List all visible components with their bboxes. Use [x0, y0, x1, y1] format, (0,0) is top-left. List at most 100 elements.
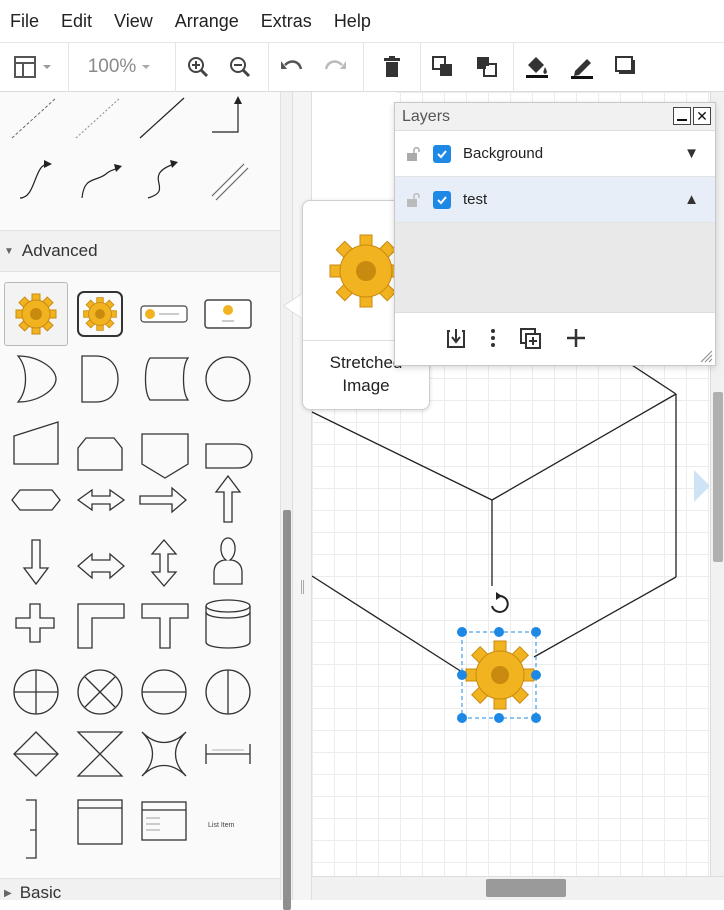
visibility-checkbox[interactable]	[433, 144, 451, 163]
layers-title: Layers	[402, 107, 451, 125]
unlock-icon[interactable]	[405, 192, 421, 208]
pencil-icon	[571, 59, 593, 79]
canvas-vertical-scrollbar-thumb[interactable]	[713, 392, 723, 562]
zoom-out-button[interactable]	[220, 42, 260, 92]
circle-shape	[205, 356, 251, 402]
manual-input-shape	[13, 421, 59, 465]
dashed-line-shape	[11, 97, 57, 139]
basic-section-header[interactable]: ▶ Basic	[0, 878, 280, 900]
canvas-horizontal-scrollbar-thumb[interactable]	[486, 879, 566, 897]
line-color-button[interactable]	[560, 42, 604, 92]
connect-arrow-hint[interactable]	[694, 470, 710, 502]
image-card-icon	[204, 299, 252, 329]
advanced-shape-grid	[11, 355, 253, 859]
zoom-in-button[interactable]	[176, 42, 220, 92]
tee-shape	[141, 603, 189, 649]
to-back-button[interactable]	[465, 42, 509, 92]
preparation-shape	[11, 489, 61, 511]
toolbar: 100%	[0, 42, 724, 92]
image-shape[interactable]	[4, 282, 68, 346]
shadow-button[interactable]	[604, 42, 648, 92]
to-front-button[interactable]	[421, 42, 465, 92]
basic-section-label: Basic	[19, 883, 62, 900]
unlock-icon[interactable]	[405, 146, 421, 162]
collate-shape	[76, 731, 124, 777]
list-item-shape[interactable]: List Item	[208, 822, 234, 829]
layers-window: Layers ✕ Background ▼ test ▲	[394, 102, 716, 366]
undo-icon	[281, 60, 303, 70]
menu-view[interactable]: View	[114, 11, 153, 32]
or-junction-shape	[77, 669, 123, 715]
tooltip-pointer	[284, 294, 302, 318]
resize-grip-icon[interactable]	[699, 349, 713, 363]
fill-color-button[interactable]	[514, 42, 560, 92]
cross-shape	[15, 603, 55, 643]
container-shape	[77, 799, 123, 845]
delay-shape	[81, 355, 119, 403]
s-curve-shape	[147, 160, 178, 199]
move-layer-down-button[interactable]: ▼	[684, 145, 699, 162]
menu-bar: File Edit View Arrange Extras Help	[0, 0, 724, 42]
corner-shape	[77, 603, 125, 649]
zoom-level: 100%	[87, 56, 137, 77]
to-back-icon	[477, 57, 497, 77]
delete-button[interactable]	[364, 42, 420, 92]
shadow-icon	[615, 56, 635, 74]
list-shape	[141, 801, 187, 841]
canvas-horizontal-scrollbar[interactable]	[312, 876, 724, 900]
zoom-dropdown[interactable]: 100%	[69, 42, 175, 92]
layer-name: Background	[463, 145, 544, 162]
chevron-right-icon: ▶	[4, 887, 12, 899]
minimize-icon	[677, 119, 687, 121]
image-card-shape[interactable]	[196, 282, 260, 346]
or-gate-shape	[16, 355, 57, 403]
vertical-double-arrow-shape	[150, 539, 178, 587]
dimension-shape	[205, 744, 251, 764]
selected-image-shape[interactable]	[454, 590, 546, 728]
layers-empty-area	[395, 223, 715, 313]
image-label-shape[interactable]	[132, 282, 196, 346]
sidebar-scrollbar-thumb[interactable]	[283, 510, 291, 910]
rotate-handle-icon	[491, 592, 509, 613]
label-image-shape[interactable]	[68, 282, 132, 346]
menu-edit[interactable]: Edit	[61, 11, 92, 32]
elbow-connector-shape	[212, 96, 242, 133]
move-layer-up-button[interactable]: ▲	[684, 191, 699, 208]
advanced-section-label: Advanced	[21, 241, 98, 260]
menu-extras[interactable]: Extras	[261, 11, 312, 32]
format-panel-button[interactable]	[0, 42, 68, 92]
menu-file[interactable]: File	[10, 11, 39, 32]
more-vertical-icon[interactable]	[489, 327, 497, 349]
menu-arrange[interactable]: Arrange	[175, 11, 239, 32]
minimize-button[interactable]	[673, 107, 691, 125]
layer-row-background[interactable]: Background ▼	[395, 131, 715, 177]
visibility-checkbox[interactable]	[433, 190, 451, 209]
redo-icon	[324, 60, 346, 70]
zoom-out-icon	[230, 57, 251, 78]
add-layer-icon[interactable]	[565, 327, 587, 349]
layer-row-test[interactable]: test ▲	[395, 177, 715, 223]
close-icon: ✕	[696, 108, 708, 124]
star-burst-shape	[141, 731, 187, 777]
close-button[interactable]: ✕	[693, 107, 711, 125]
advanced-section-header[interactable]: ▼ Advanced	[0, 230, 280, 272]
labelled-image-icon	[140, 305, 188, 323]
sort-shape	[13, 731, 59, 777]
display-shape	[205, 443, 253, 469]
chevron-down-icon	[142, 65, 151, 69]
layers-footer	[395, 313, 715, 363]
window-buttons: ✕	[673, 107, 711, 125]
vertical-split-circle-shape	[205, 669, 251, 715]
layers-title-bar[interactable]: Layers	[395, 103, 715, 131]
sidebar-scrollbar[interactable]	[280, 92, 292, 910]
to-front-icon	[432, 56, 452, 76]
menu-help[interactable]: Help	[334, 11, 371, 32]
stored-data-shape	[144, 357, 190, 401]
duplicate-layer-icon[interactable]	[519, 327, 543, 349]
redo-button[interactable]	[315, 42, 355, 92]
right-arrow-shape	[139, 486, 187, 514]
double-line-shape	[211, 163, 249, 201]
move-selection-icon[interactable]	[445, 327, 467, 349]
paint-bucket-icon	[526, 57, 548, 78]
undo-button[interactable]	[269, 42, 315, 92]
